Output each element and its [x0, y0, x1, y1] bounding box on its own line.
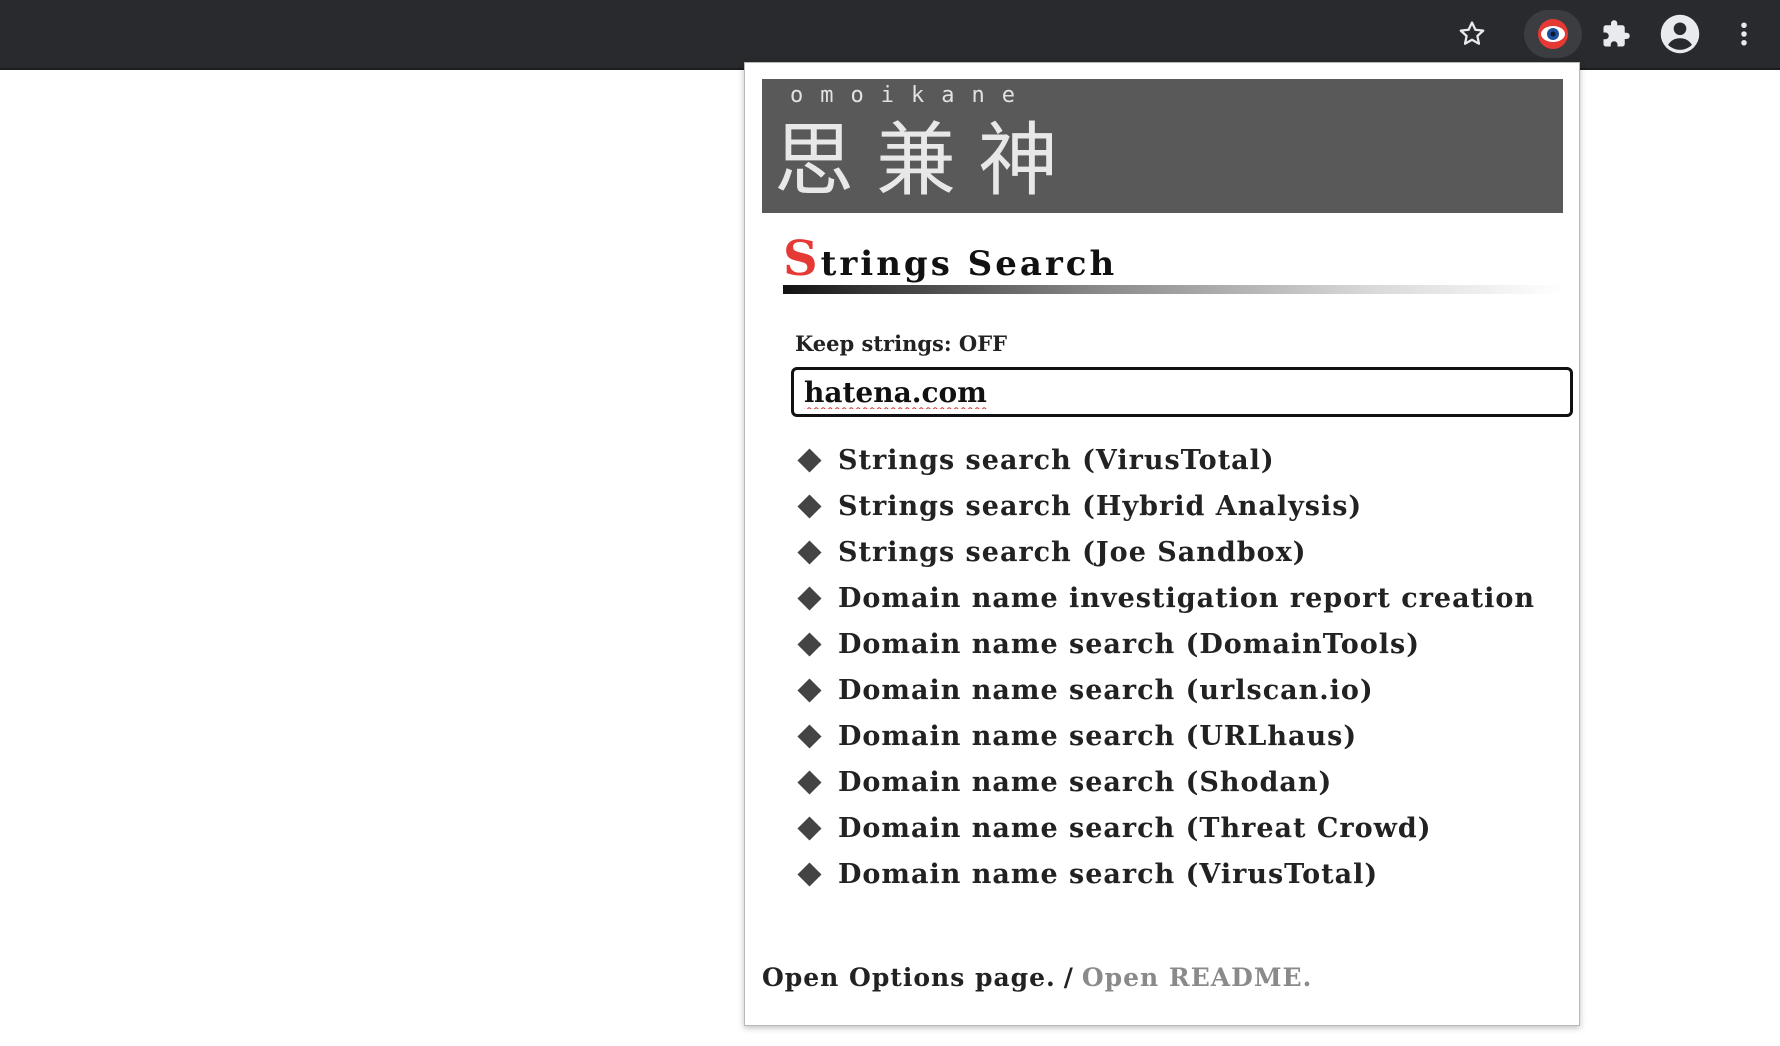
menu-item-domain-report[interactable]: Domain name investigation report creatio…: [795, 575, 1535, 621]
diamond-bullet-icon: [797, 769, 822, 795]
omoikane-extension-icon[interactable]: [1524, 10, 1582, 58]
diamond-bullet-icon: [797, 539, 822, 565]
open-options-link[interactable]: Open Options page.: [762, 963, 1056, 992]
footer-separator: /: [1063, 963, 1074, 992]
more-vert-icon[interactable]: [1720, 10, 1768, 58]
menu-item-vt-strings[interactable]: Strings search (VirusTotal): [795, 437, 1535, 483]
diamond-bullet-icon: [797, 631, 822, 657]
omoikane-banner: omoikane 思兼神: [762, 79, 1563, 213]
extension-popup: omoikane 思兼神 Strings Search Keep strings…: [744, 62, 1580, 1026]
menu-item-threatcrowd[interactable]: Domain name search (Threat Crowd): [795, 805, 1535, 851]
diamond-bullet-icon: [797, 493, 822, 519]
diamond-bullet-icon: [797, 861, 822, 887]
account-icon[interactable]: [1656, 10, 1704, 58]
menu-item-label: Domain name search (urlscan.io): [838, 674, 1374, 706]
menu-item-label: Domain name investigation report creatio…: [838, 582, 1535, 614]
menu-item-vt-domain[interactable]: Domain name search (VirusTotal): [795, 851, 1535, 897]
menu-item-label: Domain name search (DomainTools): [838, 628, 1421, 660]
menu-item-label: Strings search (Joe Sandbox): [838, 536, 1307, 568]
puzzle-icon[interactable]: [1592, 10, 1640, 58]
menu-item-label: Domain name search (Shodan): [838, 766, 1333, 798]
diamond-bullet-icon: [797, 447, 822, 473]
banner-roman-text: omoikane: [790, 83, 1032, 108]
menu-item-hybrid-strings[interactable]: Strings search (Hybrid Analysis): [795, 483, 1535, 529]
section-title-initial: S: [783, 231, 821, 287]
menu-item-urlhaus[interactable]: Domain name search (URLhaus): [795, 713, 1535, 759]
popup-footer: Open Options page. / Open README.: [762, 963, 1312, 992]
browser-toolbar: [0, 0, 1780, 70]
menu-item-label: Strings search (VirusTotal): [838, 444, 1275, 476]
section-title: Strings Search: [783, 231, 1117, 287]
menu-item-label: Domain name search (Threat Crowd): [838, 812, 1432, 844]
menu-item-shodan[interactable]: Domain name search (Shodan): [795, 759, 1535, 805]
menu-item-domaintools[interactable]: Domain name search (DomainTools): [795, 621, 1535, 667]
title-underline: [783, 285, 1563, 294]
menu-item-label: Strings search (Hybrid Analysis): [838, 490, 1363, 522]
search-menu: Strings search (VirusTotal) Strings sear…: [795, 437, 1535, 897]
diamond-bullet-icon: [797, 723, 822, 749]
diamond-bullet-icon: [797, 815, 822, 841]
menu-item-joe-strings[interactable]: Strings search (Joe Sandbox): [795, 529, 1535, 575]
menu-item-label: Domain name search (URLhaus): [838, 720, 1358, 752]
open-readme-link[interactable]: Open README.: [1082, 963, 1312, 992]
star-icon[interactable]: [1448, 10, 1496, 58]
diamond-bullet-icon: [797, 585, 822, 611]
diamond-bullet-icon: [797, 677, 822, 703]
banner-kanji-text: 思兼神: [774, 114, 1080, 207]
menu-item-label: Domain name search (VirusTotal): [838, 858, 1379, 890]
menu-item-urlscan[interactable]: Domain name search (urlscan.io): [795, 667, 1535, 713]
section-title-rest: trings Search: [820, 244, 1118, 284]
search-input[interactable]: [791, 367, 1573, 417]
keep-strings-toggle[interactable]: Keep strings: OFF: [795, 331, 1007, 356]
